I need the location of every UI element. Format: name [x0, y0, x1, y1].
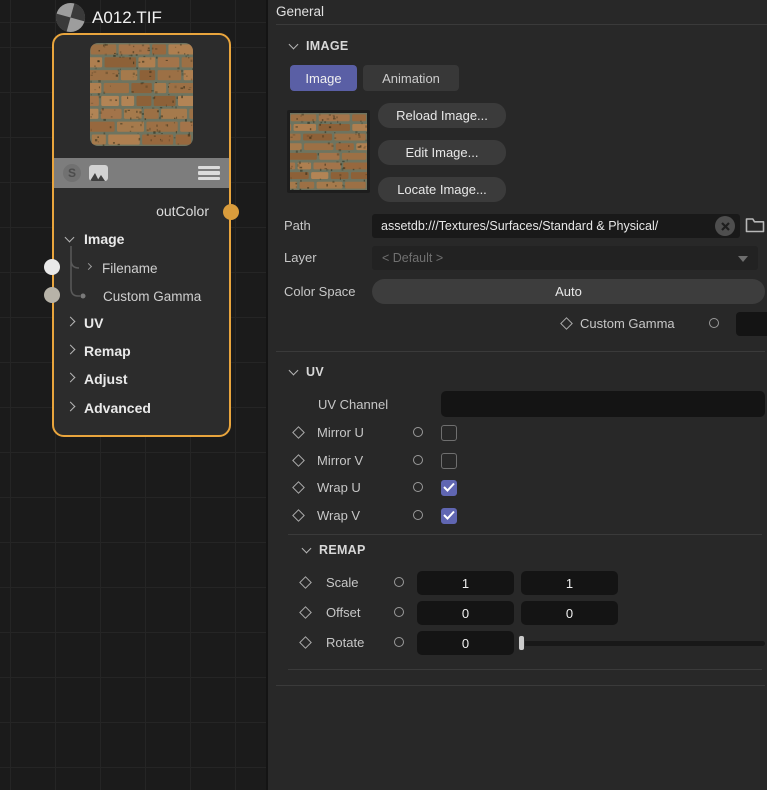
mirror-u-label: Mirror U: [317, 425, 364, 440]
node-texture-thumbnail: [90, 43, 193, 146]
chevron-down-icon: [738, 256, 748, 262]
port-circle-icon[interactable]: [413, 482, 423, 492]
output-port-outcolor[interactable]: [223, 204, 239, 220]
keyframe-diamond-icon[interactable]: [299, 606, 312, 619]
wrap-v-label: Wrap V: [317, 508, 360, 523]
wrap-u-label: Wrap U: [317, 480, 361, 495]
uv-channel-label: UV Channel: [318, 397, 388, 412]
texture-preview-thumbnail[interactable]: [287, 110, 370, 193]
port-circle-icon[interactable]: [394, 577, 404, 587]
tree-item-image[interactable]: Image: [54, 228, 124, 250]
custom-gamma-label: Custom Gamma: [580, 316, 675, 331]
divider: [276, 685, 765, 686]
clear-path-icon[interactable]: [715, 216, 735, 236]
color-space-button[interactable]: Auto: [372, 279, 765, 304]
wrap-v-checkbox[interactable]: [441, 508, 457, 524]
divider: [276, 351, 765, 352]
keyframe-diamond-icon[interactable]: [299, 576, 312, 589]
chevron-right-icon: [66, 317, 76, 327]
section-header-remap[interactable]: REMAP: [303, 543, 366, 557]
tree-item-adjust[interactable]: Adjust: [54, 368, 128, 390]
tab-animation[interactable]: Animation: [363, 65, 459, 91]
output-port-label: outColor: [156, 203, 209, 219]
panel-title: General: [276, 4, 324, 19]
keyframe-diamond-icon[interactable]: [299, 636, 312, 649]
node-toolbar: S: [54, 158, 229, 188]
node-title-label: A012.TIF: [92, 8, 162, 28]
chevron-down-icon: [302, 544, 312, 554]
node-menu-icon[interactable]: [198, 166, 220, 181]
chevron-right-icon: [66, 345, 76, 355]
tree-item-filename[interactable]: Filename: [54, 257, 158, 279]
keyframe-diamond-icon[interactable]: [292, 509, 305, 522]
port-circle-icon[interactable]: [394, 637, 404, 647]
layer-label: Layer: [284, 250, 317, 265]
image-type-icon[interactable]: [89, 165, 108, 181]
shader-s-icon[interactable]: S: [63, 164, 81, 182]
edit-image-button[interactable]: Edit Image...: [378, 140, 506, 165]
mirror-u-checkbox[interactable]: [441, 425, 457, 441]
mirror-v-checkbox[interactable]: [441, 453, 457, 469]
keyframe-diamond-icon[interactable]: [560, 317, 573, 330]
chevron-right-icon: [66, 373, 76, 383]
texture-node[interactable]: S outColor Image Filename: [52, 33, 231, 437]
tree-item-remap[interactable]: Remap: [54, 340, 131, 362]
scale-x-field[interactable]: 1: [417, 571, 514, 595]
node-graph-canvas[interactable]: A012.TIF S outColor Image: [0, 0, 268, 790]
chevron-right-icon: [85, 263, 92, 270]
custom-gamma-value-field[interactable]: 1: [736, 312, 767, 336]
divider: [288, 669, 762, 670]
chevron-down-icon: [289, 366, 299, 376]
locate-image-button[interactable]: Locate Image...: [378, 177, 506, 202]
application-window: A012.TIF S outColor Image: [0, 0, 767, 790]
input-port-custom-gamma[interactable]: [44, 287, 60, 303]
node-title: A012.TIF: [55, 2, 162, 33]
offset-y-field[interactable]: 0: [521, 601, 618, 625]
port-circle-icon[interactable]: [709, 318, 719, 328]
port-circle-icon[interactable]: [413, 427, 423, 437]
port-circle-icon[interactable]: [413, 510, 423, 520]
scale-label: Scale: [326, 575, 359, 590]
port-circle-icon[interactable]: [394, 607, 404, 617]
layer-dropdown[interactable]: < Default >: [372, 246, 758, 270]
tab-image[interactable]: Image: [290, 65, 357, 91]
section-header-uv[interactable]: UV: [290, 365, 324, 379]
port-circle-icon[interactable]: [413, 455, 423, 465]
keyframe-diamond-icon[interactable]: [292, 481, 305, 494]
browse-folder-icon[interactable]: [745, 217, 765, 234]
divider: [276, 24, 767, 25]
path-input[interactable]: assetdb:///Textures/Surfaces/Standard & …: [372, 214, 740, 238]
keyframe-diamond-icon[interactable]: [292, 426, 305, 439]
wrap-u-checkbox[interactable]: [441, 480, 457, 496]
input-port-filename[interactable]: [44, 259, 60, 275]
divider: [288, 534, 762, 535]
properties-panel: General IMAGE Image Animation Reload Ima…: [268, 0, 767, 790]
color-space-label: Color Space: [284, 284, 356, 299]
path-label: Path: [284, 218, 311, 233]
chevron-right-icon: [66, 402, 76, 412]
brick-texture-preview: [90, 43, 193, 146]
keyframe-diamond-icon[interactable]: [292, 454, 305, 467]
brick-texture-preview: [290, 113, 367, 190]
texture-sphere-icon: [55, 2, 86, 33]
chevron-down-icon: [65, 233, 75, 243]
tree-item-uv[interactable]: UV: [54, 312, 103, 334]
offset-label: Offset: [326, 605, 360, 620]
rotate-value-field[interactable]: 0: [417, 631, 514, 655]
scale-y-field[interactable]: 1: [521, 571, 618, 595]
mirror-v-label: Mirror V: [317, 453, 363, 468]
rotate-slider[interactable]: [518, 635, 765, 651]
offset-x-field[interactable]: 0: [417, 601, 514, 625]
tree-item-custom-gamma[interactable]: Custom Gamma: [54, 285, 201, 307]
section-header-image[interactable]: IMAGE: [290, 39, 348, 53]
uv-channel-input[interactable]: [441, 391, 765, 417]
rotate-label: Rotate: [326, 635, 364, 650]
reload-image-button[interactable]: Reload Image...: [378, 103, 506, 128]
chevron-down-icon: [289, 40, 299, 50]
tree-item-advanced[interactable]: Advanced: [54, 397, 151, 419]
